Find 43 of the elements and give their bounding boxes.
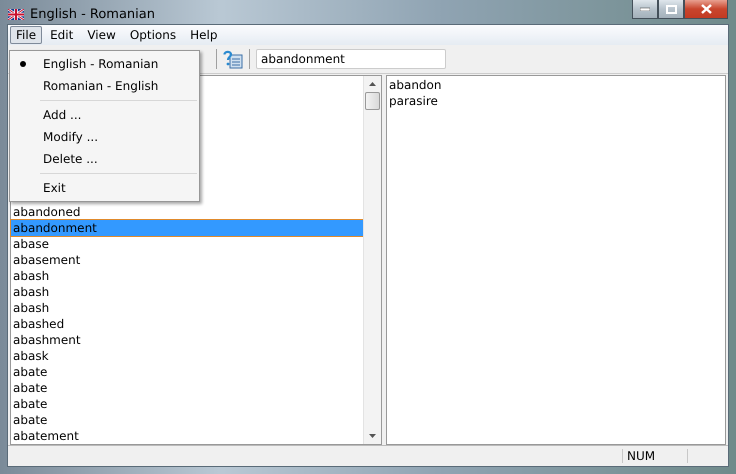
menu-item[interactable]: View [81, 26, 122, 44]
scroll-down-icon[interactable] [369, 434, 376, 438]
menu-item[interactable]: Options [124, 26, 182, 44]
num-lock-indicator: NUM [622, 449, 688, 463]
menu-option[interactable]: Exit [10, 177, 199, 199]
word-list-item[interactable]: abate [11, 396, 363, 412]
menu-item[interactable]: Edit [44, 26, 80, 44]
search-field[interactable]: abandonment [256, 49, 446, 69]
word-list-item[interactable]: abash [11, 284, 363, 300]
menu-item[interactable]: File [10, 26, 42, 44]
menu-option[interactable]: Add ... [10, 104, 199, 126]
translation-text: abandon [389, 77, 442, 93]
scroll-up-icon[interactable] [369, 82, 376, 86]
flag-icon [8, 9, 24, 20]
close-icon [700, 4, 712, 14]
word-list-item[interactable]: abate [11, 412, 363, 428]
scrollbar[interactable] [363, 76, 381, 444]
word-list-item[interactable]: abashed [11, 316, 363, 332]
menu-item[interactable]: Help [184, 26, 224, 44]
translation-text: parasire [389, 93, 438, 109]
maximize-icon [666, 4, 676, 14]
close-button[interactable] [684, 0, 728, 19]
menu-option[interactable]: Delete ... [10, 148, 199, 170]
maximize-button[interactable] [658, 0, 684, 19]
word-list-item[interactable]: abandonment [11, 220, 363, 236]
help-icon[interactable] [223, 49, 243, 69]
minimize-button[interactable] [632, 0, 658, 19]
word-list-item[interactable]: abashment [11, 332, 363, 348]
window-title: English - Romanian [30, 7, 156, 22]
word-list-item[interactable]: abasement [11, 252, 363, 268]
word-list-item[interactable]: abatement [11, 428, 363, 444]
menu-option[interactable]: Modify ... [10, 126, 199, 148]
word-list-item[interactable]: abate [11, 380, 363, 396]
word-list-item[interactable]: abandoned [11, 204, 363, 220]
scrollbar-thumb[interactable] [365, 92, 380, 110]
menu-option[interactable]: Romanian - English [10, 75, 199, 97]
menu-option[interactable]: English - Romanian [10, 53, 199, 75]
word-list-item[interactable]: abask [11, 348, 363, 364]
word-list-item[interactable]: abash [11, 300, 363, 316]
word-list-item[interactable]: abase [11, 236, 363, 252]
minimize-icon [640, 7, 650, 11]
word-list-item[interactable]: abate [11, 364, 363, 380]
word-list-item[interactable]: abash [11, 268, 363, 284]
